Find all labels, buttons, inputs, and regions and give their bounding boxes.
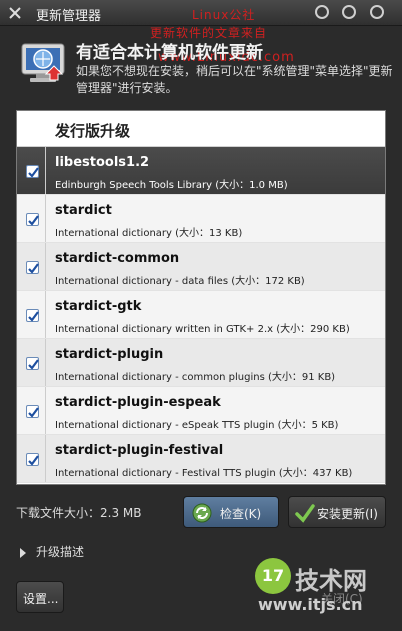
checkmark-icon [28,407,39,418]
checkbox[interactable] [26,261,39,274]
package-desc: International dictionary - eSpeak TTS pl… [55,420,339,431]
checkmark-icon [28,455,39,466]
package-name: stardict-gtk [55,299,142,314]
package-name: stardict-plugin [55,347,164,362]
page-description: 如果您不想现在安装，稍后可以在"系统管理"菜单选择"更新管理器"进行安装。 [76,64,393,95]
download-size: 下载文件大小：2.3 MB [16,506,142,520]
update-manager-icon [21,43,65,82]
checkbox[interactable] [26,453,39,466]
maximize-button[interactable] [342,5,356,19]
package-name: stardict-common [55,251,180,266]
site-url: www.itjs.cn [258,595,363,614]
package-name: stardict-plugin-festival [55,443,224,458]
package-name: stardict [55,203,112,218]
checkmark-icon [28,167,39,178]
list-header-title: 发行版升级 [55,122,131,140]
package-desc: International dictionary written in GTK+… [55,324,350,335]
settings-button[interactable]: 设置... [16,581,64,613]
package-desc: International dictionary - data files (大… [55,276,305,287]
checkbox[interactable] [26,357,39,370]
package-desc: International dictionary (大小：13 KB) [55,228,243,239]
checkmark-icon [28,359,39,370]
window-close-button[interactable] [370,5,384,19]
checkbox[interactable] [26,165,39,178]
checkbox[interactable] [26,213,39,226]
checkbox[interactable] [26,309,39,322]
update-list[interactable]: 发行版升级 libestools1.2 Edinburgh Speech Too… [16,110,386,485]
check-button[interactable]: 检查(K) [183,496,279,528]
package-name: stardict-plugin-espeak [55,395,221,410]
package-name: libestools1.2 [55,155,150,170]
logo-badge: 17 [255,558,291,594]
checkmark-icon [28,215,39,226]
checkmark-icon [28,263,39,274]
minimize-button[interactable] [315,5,329,19]
window-title: 更新管理器 [36,9,102,24]
package-desc: International dictionary - Festival TTS … [55,468,353,479]
watermark-text: Linux公社 [192,8,256,22]
checkbox[interactable] [26,405,39,418]
list-item[interactable]: stardict-common International dictionary… [17,243,385,291]
install-button-label: 安装更新(I) [317,507,378,521]
checkmark-icon [295,504,315,523]
package-desc: Edinburgh Speech Tools Library (大小：1.0 M… [55,180,288,191]
list-item[interactable]: stardict-plugin-espeak International dic… [17,387,385,435]
page-title: 有适合本计算机软件更新 [76,43,263,63]
settings-button-label: 设置... [23,592,59,606]
install-updates-button[interactable]: 安装更新(I) [288,496,386,528]
check-button-label: 检查(K) [220,507,262,521]
list-item[interactable]: stardict-plugin-festival International d… [17,435,385,483]
list-item[interactable]: stardict International dictionary (大小：13… [17,195,385,243]
expander-label: 升级描述 [36,545,85,559]
upgrade-description-expander[interactable]: 升级描述 [20,543,84,560]
refresh-icon [192,503,212,523]
list-item[interactable]: stardict-plugin International dictionary… [17,339,385,387]
list-item[interactable]: stardict-gtk International dictionary wr… [17,291,385,339]
expand-arrow-icon [20,547,26,558]
checkmark-icon [28,311,39,322]
package-desc: International dictionary - common plugin… [55,372,336,383]
list-item[interactable]: libestools1.2 Edinburgh Speech Tools Lib… [17,147,385,195]
close-window-icon[interactable] [8,6,22,20]
list-header: 发行版升级 [17,111,385,147]
title-bar: 更新管理器 Linux公社 [0,0,402,26]
